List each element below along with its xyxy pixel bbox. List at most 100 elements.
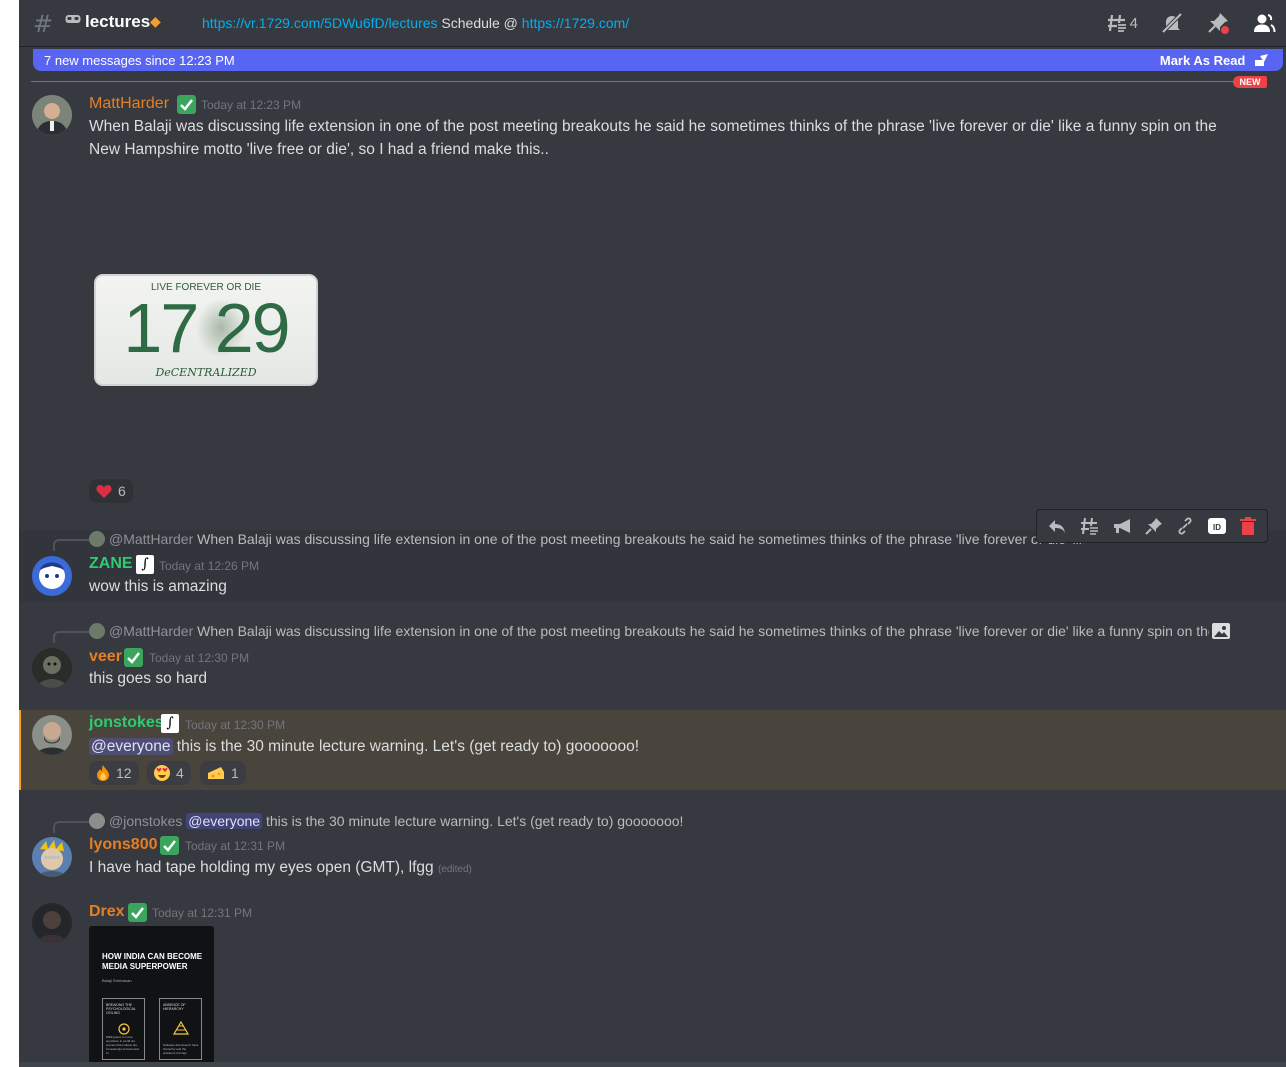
card-body: Willingness to move anywhere in world vi… [106,1035,139,1055]
message-text: this goes so hard [89,670,208,687]
reply-connector [53,821,89,833]
timestamp: Today at 12:23 PM [201,98,302,112]
edited-label: (edited) [437,864,472,875]
reaction-fire[interactable]: 12 [89,761,139,785]
book-author: Balaji Srinivasan [102,978,132,983]
reply-icon[interactable] [1048,518,1066,534]
message-line: When Balaji was discussing life extensio… [89,118,1217,135]
message-body: I have had tape holding my eyes open (GM… [89,859,438,876]
reaction-cheese[interactable]: 1 [200,761,246,785]
verified-badge-icon [160,836,179,855]
diamond-icon: ◆ [150,14,161,30]
username[interactable]: lyons800 [89,836,157,854]
cheese-icon [208,767,224,779]
reply-author[interactable]: @MattHarder [109,623,193,639]
reply-connector [53,539,89,551]
reply-author[interactable]: @MattHarder [109,531,193,547]
message-line: New Hampshire motto 'live free or die', … [89,141,549,158]
reaction-heart[interactable]: 6 [89,479,133,503]
topic-link-vr[interactable]: https://vr.1729.com/5DWu6fD/lectures [202,15,438,31]
username[interactable]: MattHarder [89,95,169,113]
reply-preview[interactable]: @jonstokes @everyone this is the 30 minu… [89,813,789,829]
reply-preview[interactable]: @MattHarder When Balaji was discussing l… [89,531,1084,547]
copy-link-icon[interactable] [1176,517,1194,535]
mark-as-read-button[interactable]: Mark As Read [1160,53,1269,68]
avatar-image [32,837,72,877]
delete-icon[interactable] [1240,517,1257,535]
svg-text:ID: ID [1213,523,1221,532]
message-actions-toolbar: ID [1036,509,1268,543]
channel-header: # lectures ◆ https://vr.1729.com/5DWu6fD… [19,0,1286,47]
reply-text: When Balaji was discussing life extensio… [197,531,1084,547]
reply-text: this is the 30 minute lecture warning. L… [262,813,684,829]
book-card-left: BREAKING THE PSYCHOLOGICAL CEILING Willi… [102,998,145,1060]
book-title: HOW INDIA CAN BECOME MEDIA SUPERPOWER [102,952,203,971]
verified-badge-icon [128,903,147,922]
heart-eyes-icon [154,765,170,781]
avatar-image [32,715,72,755]
card-body: Software that doesn't have hierarchy and… [163,1043,199,1055]
username[interactable]: ZANE [89,555,133,573]
avatar[interactable] [32,837,72,877]
message-body: this is the 30 minute lecture warning. L… [172,738,640,755]
new-messages-label: 7 new messages since 12:23 PM [44,53,235,68]
reply-connector [53,631,89,643]
license-plate-image[interactable]: LIVE FOREVER OR DIE 17 29 DeCENTRALIZED [94,274,318,386]
integral-badge-icon: ∫ [161,714,179,733]
mute-notifications-icon[interactable] [1160,11,1184,35]
username[interactable]: jonstokes [89,714,164,732]
book-cover-image[interactable]: HOW INDIA CAN BECOME MEDIA SUPERPOWER Ba… [89,926,214,1067]
pin-icon[interactable] [1145,517,1163,535]
reaction-count: 1 [231,765,239,781]
message-text: @everyone this is the 30 minute lecture … [89,735,639,758]
new-pill: NEW [1233,76,1267,88]
image-attachment-icon [1212,623,1230,639]
avatar[interactable] [32,903,72,943]
timestamp: Today at 12:31 PM [152,906,253,920]
username[interactable]: Drex [89,903,125,921]
threads-button[interactable]: 4 [1106,12,1138,34]
card-title: BREAKING THE PSYCHOLOGICAL CEILING [106,1003,136,1015]
avatar-image [32,648,72,688]
reaction-count: 4 [176,765,184,781]
pyramid-icon [173,1021,189,1035]
reaction-heart-eyes[interactable]: 4 [147,761,191,785]
avatar[interactable] [32,95,72,135]
threaded-channel-icon: # [33,10,54,38]
channel-topic: https://vr.1729.com/5DWu6fD/lectures Sch… [202,15,629,31]
avatar[interactable] [32,556,72,596]
message-text: wow this is amazing [89,578,227,595]
megaphone-icon[interactable] [1112,517,1132,535]
timestamp: Today at 12:30 PM [149,651,250,665]
topic-link-site[interactable]: https://1729.com/ [522,15,629,31]
member-list-icon[interactable] [1252,11,1276,35]
timestamp: Today at 12:31 PM [185,839,286,853]
mini-avatar [89,623,105,639]
message-text: When Balaji was discussing life extensio… [89,115,1269,161]
timestamp: Today at 12:26 PM [159,559,260,573]
reaction-count: 12 [116,765,132,781]
threads-icon [1107,14,1127,32]
username[interactable]: veer [89,648,122,666]
avatar[interactable] [32,648,72,688]
verified-badge-icon [177,95,196,114]
reaction-count: 6 [118,483,126,499]
discord-window: # lectures ◆ https://vr.1729.com/5DWu6fD… [19,0,1286,1067]
avatar[interactable] [32,715,72,755]
copy-id-icon[interactable]: ID [1207,517,1227,535]
everyone-mention[interactable]: @everyone [89,738,173,755]
avatar-image [32,95,72,135]
pinned-messages-icon[interactable] [1206,11,1230,35]
create-thread-icon[interactable] [1079,516,1099,536]
reply-preview[interactable]: @MattHarder When Balaji was discussing l… [89,623,1209,639]
timestamp: Today at 12:30 PM [185,718,286,732]
reply-author[interactable]: @jonstokes [109,813,182,829]
mark-as-read-label: Mark As Read [1159,53,1246,68]
book-card-right: ABSENCE OF HIERARCHY Software that doesn… [159,998,202,1060]
reply-text: When Balaji was discussing life extensio… [197,623,1209,639]
channel-name: lectures [85,12,151,31]
message-input-edge[interactable] [19,1062,1286,1067]
new-messages-bar[interactable]: 7 new messages since 12:23 PM Mark As Re… [33,49,1283,71]
new-messages-divider [31,81,1263,82]
plate-number: 17 29 [123,289,290,367]
